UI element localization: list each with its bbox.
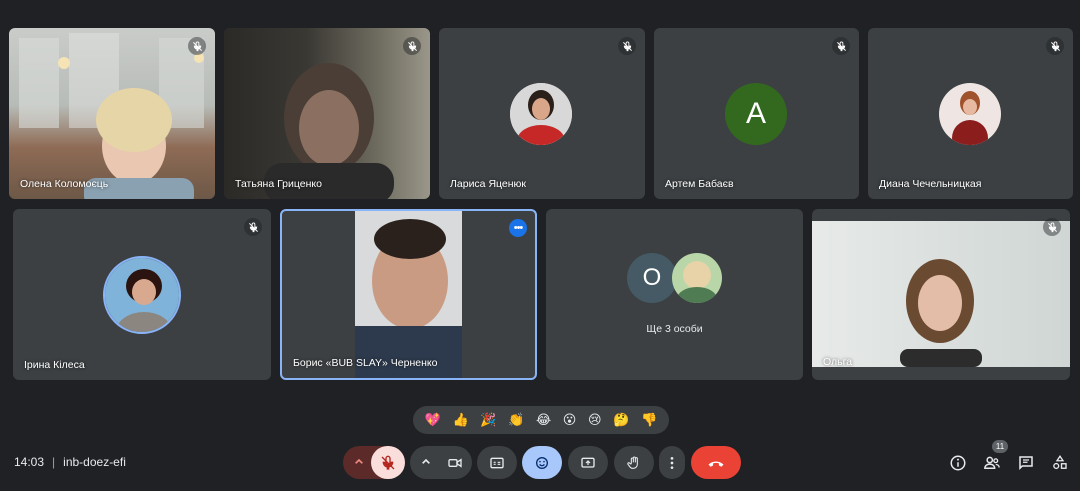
mic-control-group <box>343 446 405 479</box>
meeting-separator: | <box>52 455 56 469</box>
reaction-clap[interactable]: 👏 <box>508 413 524 428</box>
more-vert-icon <box>670 456 674 469</box>
participant-name: Ірина Кілеса <box>24 359 85 371</box>
people-count-badge: 11 <box>992 440 1008 453</box>
reaction-heart[interactable]: 💖 <box>425 413 441 428</box>
reaction-laugh[interactable]: 😂 <box>536 413 551 428</box>
activities-icon <box>1053 455 1067 470</box>
participant-video <box>224 28 430 199</box>
participant-tile[interactable]: Лариса Яценюк <box>439 28 645 199</box>
more-horiz-icon[interactable]: ••• <box>509 219 527 237</box>
mic-off-icon <box>381 455 395 470</box>
camera-icon <box>448 457 462 468</box>
participant-tile[interactable]: Диана Чечельницкая <box>868 28 1073 199</box>
meeting-time: 14:03 <box>14 455 45 469</box>
mic-off-button[interactable] <box>371 446 405 479</box>
participant-name: Артем Бабаєв <box>665 178 734 190</box>
participant-video <box>355 211 462 378</box>
more-options-button[interactable] <box>659 446 685 479</box>
participant-name: Татьяна Гриценко <box>235 178 322 190</box>
avatar: О <box>627 253 677 303</box>
avatar: A <box>725 83 787 145</box>
participant-tile[interactable]: Олена Коломоєць <box>9 28 215 199</box>
avatar <box>510 83 572 145</box>
mic-off-icon <box>832 37 850 55</box>
participant-tile[interactable]: A Артем Бабаєв <box>654 28 859 199</box>
mic-off-icon <box>1046 37 1064 55</box>
hand-icon <box>627 455 638 469</box>
captions-icon <box>490 457 504 468</box>
emoji-icon <box>536 456 548 469</box>
participant-tile[interactable]: Ольга <box>812 209 1070 380</box>
call-end-icon <box>708 461 724 467</box>
others-tile[interactable]: О Ще 3 особи <box>546 209 803 380</box>
meeting-info: 14:03 | inb-doez-efi <box>14 455 126 469</box>
participant-name: Ольга <box>823 356 853 368</box>
participant-name: Олена Коломоєць <box>20 178 109 190</box>
mic-off-icon <box>188 37 206 55</box>
captions-button[interactable] <box>477 446 517 479</box>
avatar <box>672 253 722 303</box>
reaction-thumbs-down[interactable]: 👎 <box>641 413 657 428</box>
camera-control-group <box>410 446 472 479</box>
participant-video <box>812 221 1070 367</box>
reaction-thinking[interactable]: 🤔 <box>613 413 629 428</box>
activities-button[interactable] <box>1049 452 1071 474</box>
mic-off-icon <box>403 37 421 55</box>
audio-options-chevron-icon[interactable] <box>351 454 367 475</box>
avatar-letter: A <box>745 97 766 130</box>
present-button[interactable] <box>568 446 608 479</box>
avatar <box>939 83 1001 145</box>
participant-tile-active[interactable]: ••• Борис «BUB SLAY» Черненко <box>280 209 537 380</box>
info-icon <box>950 455 966 471</box>
reaction-sad[interactable]: 😢 <box>588 413 602 428</box>
people-icon <box>984 456 1000 469</box>
video-options-chevron-icon[interactable] <box>418 454 434 475</box>
camera-button[interactable] <box>438 446 472 479</box>
mic-off-icon <box>618 37 636 55</box>
people-button[interactable] <box>981 452 1003 474</box>
others-label: Ще 3 особи <box>646 323 703 335</box>
participant-tile[interactable]: Татьяна Гриценко <box>224 28 430 199</box>
reaction-party[interactable]: 🎉 <box>480 413 496 428</box>
participant-name: Борис «BUB SLAY» Черненко <box>293 357 438 369</box>
participant-tile[interactable]: Ірина Кілеса <box>13 209 271 380</box>
participant-name: Лариса Яценюк <box>450 178 527 190</box>
participant-name: Диана Чечельницкая <box>879 178 982 190</box>
reactions-bar: 💖 👍 🎉 👏 😂 😮 😢 🤔 👎 <box>413 406 669 434</box>
mic-off-icon <box>1043 218 1061 236</box>
chat-icon <box>1019 456 1033 471</box>
chat-button[interactable] <box>1015 452 1037 474</box>
mic-off-icon <box>244 218 262 236</box>
reaction-thumbs-up[interactable]: 👍 <box>453 413 469 428</box>
avatar <box>103 256 181 334</box>
meeting-code[interactable]: inb-doez-efi <box>63 455 126 469</box>
reactions-button[interactable] <box>522 446 562 479</box>
avatar-letter: О <box>642 264 662 291</box>
reaction-surprised[interactable]: 😮 <box>563 413 577 428</box>
meeting-details-button[interactable] <box>947 452 969 474</box>
raise-hand-button[interactable] <box>614 446 654 479</box>
participant-video <box>9 28 215 199</box>
leave-call-button[interactable] <box>691 446 741 479</box>
present-screen-icon <box>581 457 595 468</box>
